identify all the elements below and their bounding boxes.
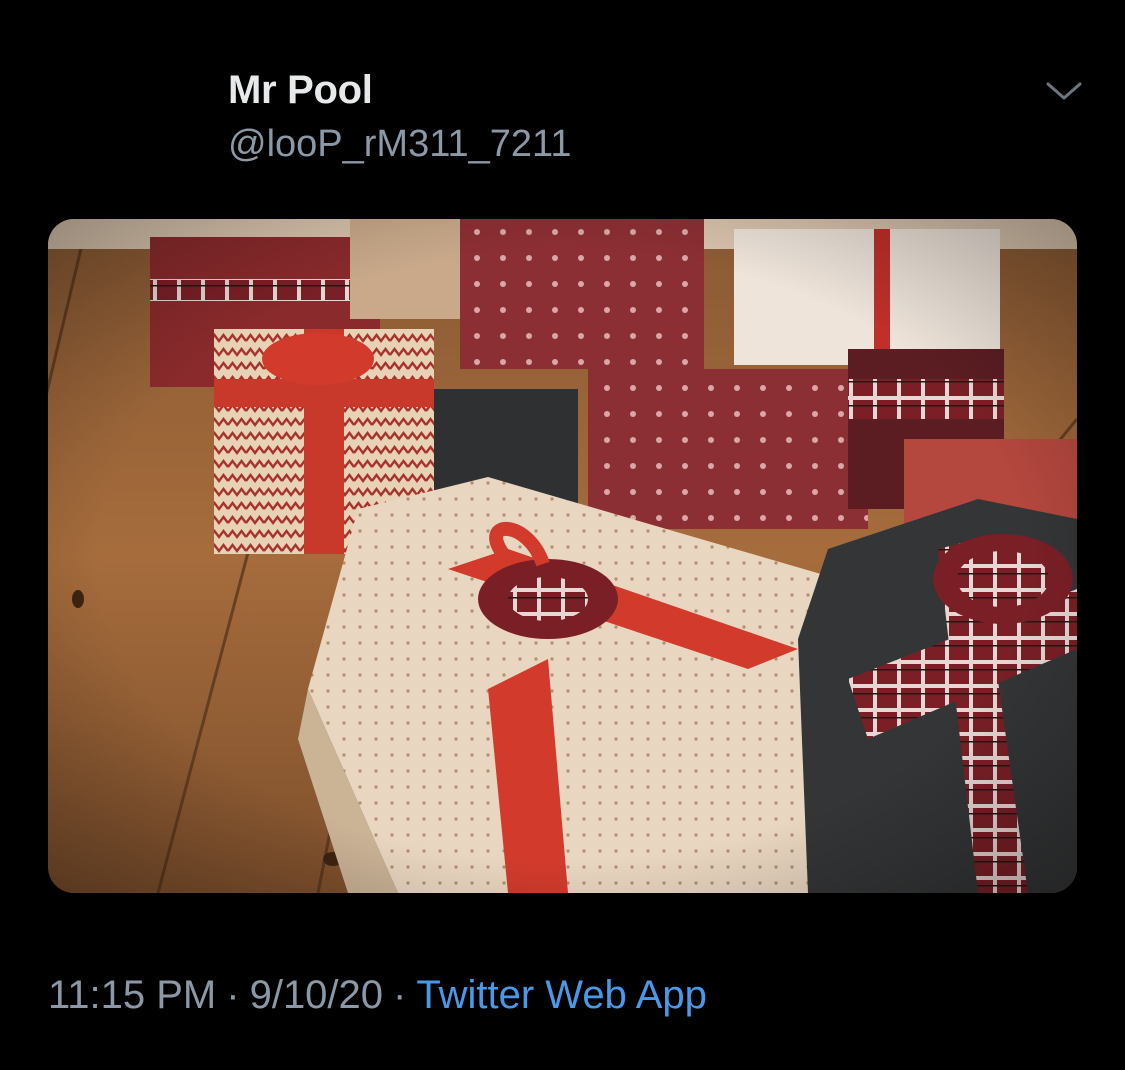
separator-dot: · xyxy=(226,973,240,1017)
tweet-meta: 11:15 PM · 9/10/20 · Twitter Web App xyxy=(48,968,707,1022)
chevron-down-icon[interactable] xyxy=(1044,76,1084,106)
tweet-photo[interactable] xyxy=(48,219,1077,893)
user-handle[interactable]: @looP_rM311_7211 xyxy=(228,118,572,170)
separator-dot: · xyxy=(393,973,407,1017)
gift-boxes-illustration xyxy=(48,219,1077,893)
display-name[interactable]: Mr Pool xyxy=(228,64,572,116)
tweet-date[interactable]: 9/10/20 xyxy=(250,973,383,1017)
tweet-source-link[interactable]: Twitter Web App xyxy=(416,973,707,1017)
tweet-time[interactable]: 11:15 PM xyxy=(48,973,216,1017)
tweet-header: Mr Pool @looP_rM311_7211 xyxy=(228,64,572,170)
